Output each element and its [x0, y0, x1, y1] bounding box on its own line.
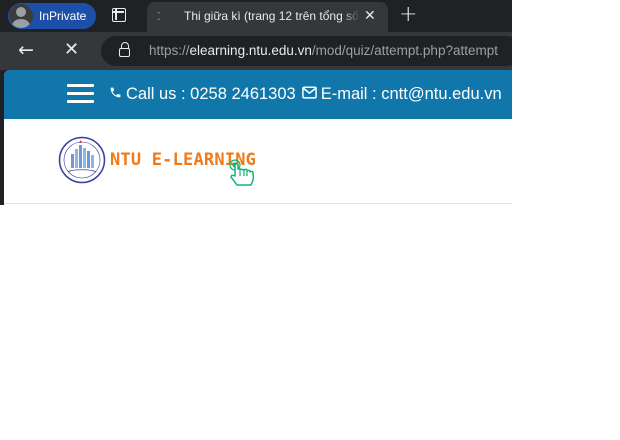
tab-actions-icon[interactable]: [112, 8, 126, 22]
browser-window: InPrivate ⁚ Thi giữa kì (trang 12 trên t…: [0, 0, 512, 205]
envelope-icon: [301, 85, 317, 104]
phone-icon: [109, 85, 122, 104]
contact-info: Call us : 0258 2461303 E-mail : cntt@ntu…: [109, 85, 502, 104]
stop-loading-button[interactable]: ✕: [64, 40, 79, 60]
site-top-bar: Call us : 0258 2461303 E-mail : cntt@ntu…: [4, 70, 512, 119]
lock-icon[interactable]: [119, 42, 130, 57]
web-page: Call us : 0258 2461303 E-mail : cntt@ntu…: [4, 70, 512, 205]
url-host: elearning.ntu.edu.vn: [189, 43, 312, 58]
email-text: E-mail : cntt@ntu.edu.vn: [320, 85, 502, 103]
hamburger-menu-icon[interactable]: [67, 84, 94, 104]
browser-tab-active[interactable]: ⁚ Thi giữa kì (trang 12 trên tổng số ✕: [147, 2, 388, 32]
tab-close-icon[interactable]: ✕: [364, 8, 376, 24]
inprivate-label: InPrivate: [39, 9, 87, 23]
address-bar[interactable]: https://elearning.ntu.edu.vn/mod/quiz/at…: [101, 36, 512, 66]
new-tab-button[interactable]: +: [399, 3, 417, 27]
profile-avatar-icon: [9, 4, 33, 28]
back-button[interactable]: ←: [18, 40, 34, 60]
tab-title: Thi giữa kì (trang 12 trên tổng số: [184, 9, 360, 23]
tab-bar: InPrivate ⁚ Thi giữa kì (trang 12 trên t…: [0, 0, 512, 32]
university-seal-logo[interactable]: [58, 136, 106, 184]
phone-text: Call us : 0258 2461303: [126, 85, 296, 103]
pointer-hand-icon: [229, 159, 255, 186]
url-scheme: https://: [149, 43, 190, 58]
address-url[interactable]: https://elearning.ntu.edu.vn/mod/quiz/at…: [149, 43, 498, 58]
site-logo-bar: NTU E-LEARNING: [4, 119, 512, 204]
inprivate-button[interactable]: InPrivate: [8, 3, 96, 29]
browser-toolbar: ← ✕ https://elearning.ntu.edu.vn/mod/qui…: [0, 32, 512, 70]
loading-spinner-icon: ⁚: [157, 10, 161, 23]
url-path: /mod/quiz/attempt.php?attempt: [311, 43, 498, 58]
